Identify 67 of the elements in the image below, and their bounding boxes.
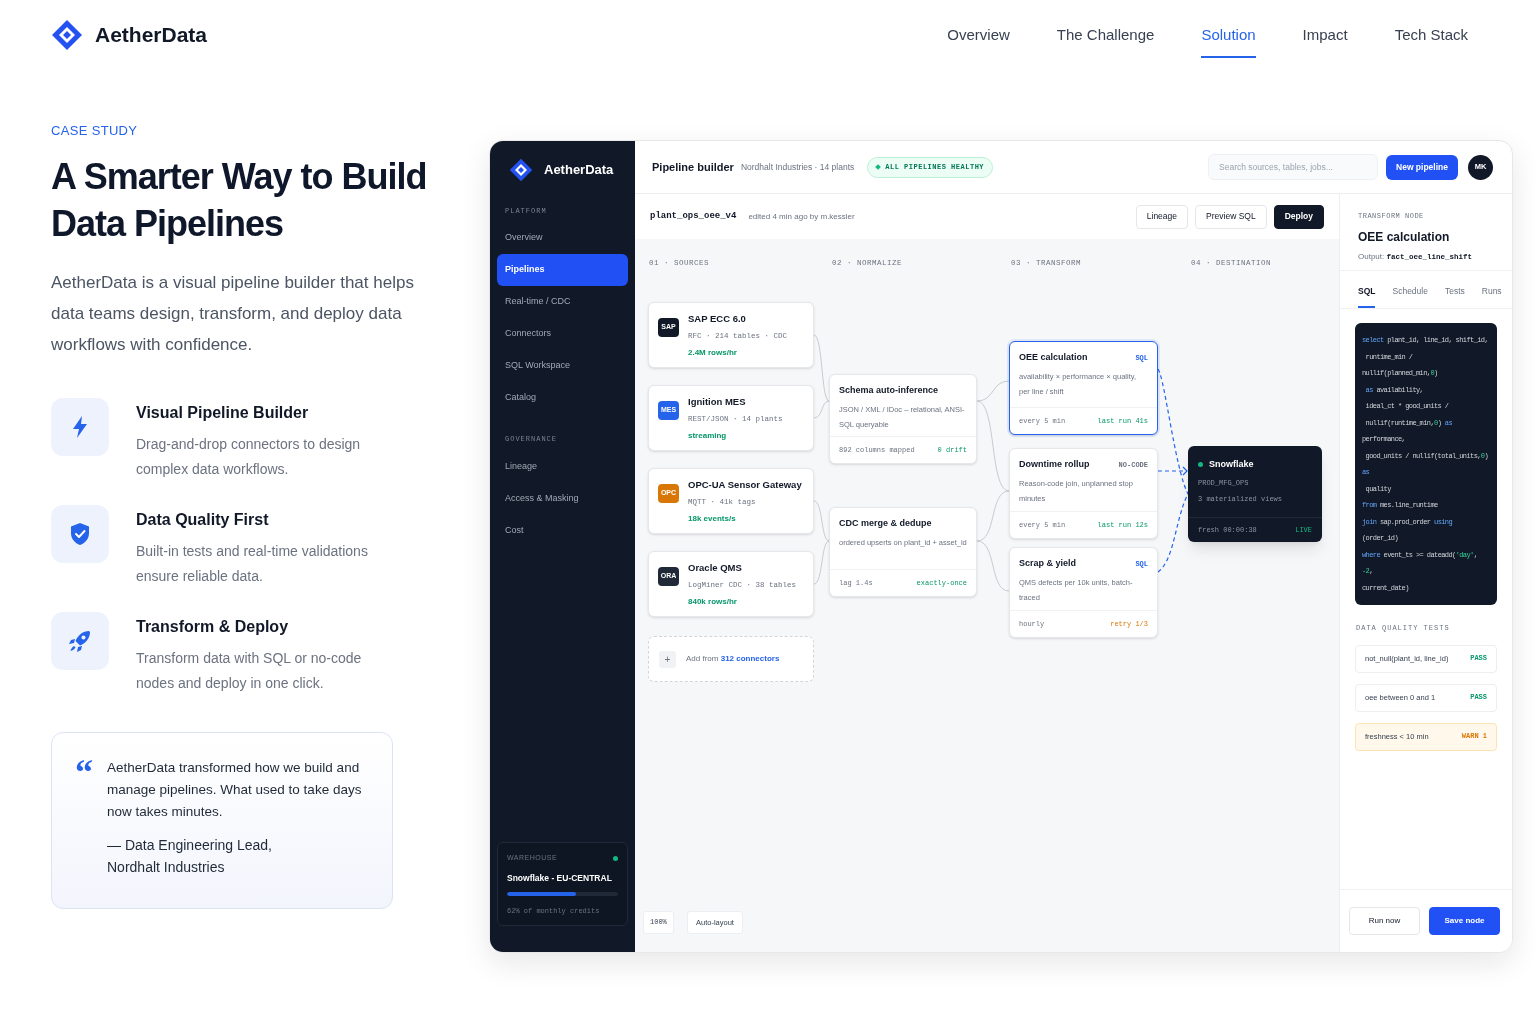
sidebar-item[interactable]: Cost [497, 515, 628, 547]
connectors-link[interactable]: 312 connectors [720, 654, 780, 663]
sidebar-item[interactable]: SQL Workspace [497, 350, 628, 382]
brand-name: AetherData [544, 161, 614, 180]
feature-title: Data Quality First [136, 509, 270, 530]
source-name: Ignition MES [688, 395, 747, 409]
source-metric: 840k rows/hr [688, 595, 738, 608]
node-title: CDC merge & dedupe [839, 517, 932, 530]
new-pipeline-button[interactable]: New pipeline [1386, 154, 1458, 180]
panel-tab[interactable]: Tests [1444, 285, 1465, 308]
source-metric: streaming [688, 429, 728, 442]
source-name: OPC-UA Sensor Gateway [688, 478, 802, 492]
source-metric: 2.4M rows/hr [688, 346, 738, 359]
node-title: Downtime rollup [1019, 458, 1090, 471]
connector-line [976, 540, 1010, 592]
warehouse-name: Snowflake - EU-CENTRAL [507, 871, 613, 885]
brand-name: AetherData [95, 22, 208, 49]
toolbar-button[interactable]: Deploy [1273, 204, 1324, 229]
page-heading: Pipeline builder [652, 159, 734, 175]
org-subtitle: Nordhalt Industries · 14 plants [740, 160, 855, 174]
sidebar-item[interactable]: Connectors [497, 318, 628, 350]
feature-title: Visual Pipeline Builder [136, 402, 310, 423]
panel-button[interactable]: Save node [1429, 907, 1500, 935]
node-title: Snowflake [1209, 458, 1254, 471]
feature-description: Transform data with SQL or no-code nodes and deploy in one click. [136, 648, 363, 693]
toolbar-button[interactable]: Preview SQL [1195, 204, 1267, 229]
nav-link[interactable]: Solution [1201, 11, 1256, 59]
source-metric: 18k events/s [688, 512, 737, 525]
node-title: OEE calculation [1019, 351, 1088, 364]
nav-link[interactable]: Overview [947, 11, 1010, 59]
connector-line [813, 500, 830, 542]
sidebar-item[interactable]: Real-time / CDC [497, 286, 628, 318]
panel-button[interactable]: Run now [1349, 907, 1420, 935]
eyebrow-text: CASE STUDY [51, 122, 139, 140]
sidebar-item[interactable]: Catalog [497, 382, 628, 414]
panel-tab[interactable]: SQL [1358, 285, 1376, 308]
intro-text: AetherData is a visual pipeline builder that helps data teams design, transform, and deploy data workflows with confidence. [51, 271, 415, 356]
source-name: SAP ECC 6.0 [688, 312, 747, 326]
connector-line [813, 540, 830, 585]
page-title: A Smarter Way to Build Data Pipelines [51, 154, 428, 246]
panel-tab[interactable]: Schedule [1392, 285, 1428, 308]
sidebar-item[interactable]: Pipelines [497, 254, 628, 286]
toolbar-button[interactable]: Lineage [1135, 204, 1189, 229]
sidebar-item[interactable]: Access & Masking [497, 483, 628, 515]
quote-organization: Nordhalt Industries [107, 857, 226, 877]
quote-mark: “ [75, 756, 93, 794]
nav-link[interactable]: Tech Stack [1394, 11, 1468, 59]
panel-tab[interactable]: Runs [1481, 285, 1502, 308]
nav-link[interactable]: The Challenge [1056, 11, 1155, 59]
edit-info: edited 4 min ago by m.kessler [748, 210, 855, 223]
add-button[interactable]: + [659, 650, 676, 668]
nav-link[interactable]: Impact [1302, 11, 1348, 59]
feature-title: Transform & Deploy [136, 616, 290, 637]
feature-description: Drag-and-drop connectors to design complex data workflows. [136, 434, 362, 479]
sidebar-item[interactable]: Overview [497, 222, 628, 254]
node-title: Scrap & yield [1019, 557, 1077, 570]
quote-attribution: — Data Engineering Lead, [107, 835, 273, 855]
source-name: Oracle QMS [688, 561, 743, 575]
sidebar-item[interactable]: Lineage [497, 451, 628, 483]
quote-text: AetherData transformed how we build and manage pipelines. What used to take days now takes minutes. [107, 758, 363, 821]
feature-description: Built-in tests and real-time validations ensure reliable data. [136, 541, 369, 586]
pipeline-name: plant_ops_oee_v4 [650, 209, 737, 223]
logo-icon [51, 19, 83, 51]
panel-title: OEE calculation [1358, 228, 1451, 246]
search-field[interactable]: Search sources, tables, jobs... [1208, 154, 1379, 180]
add-connectors-text: Add from 312 connectors [686, 653, 780, 665]
node-title: Schema auto-inference [839, 384, 939, 397]
